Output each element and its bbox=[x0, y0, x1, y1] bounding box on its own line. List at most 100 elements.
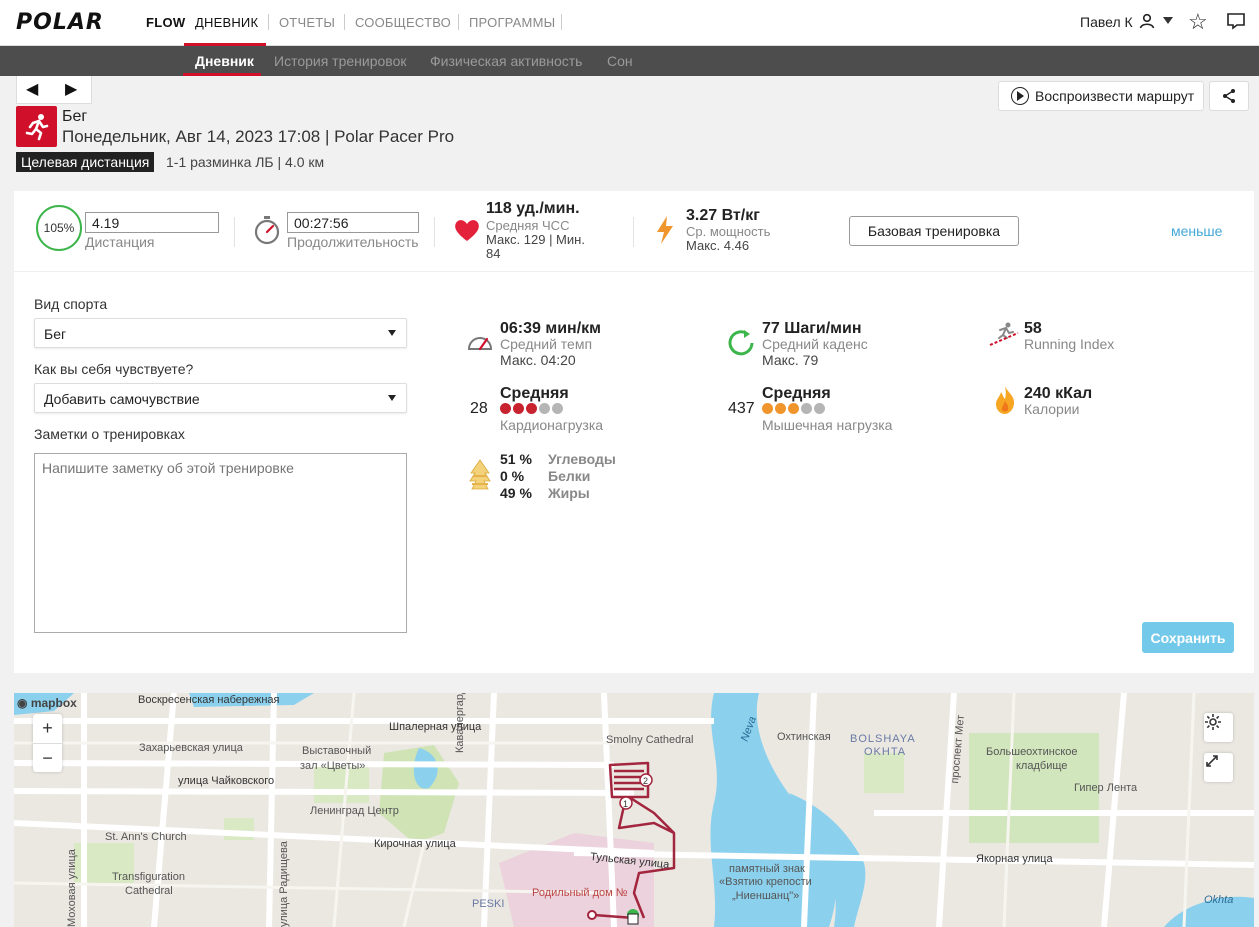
cardio-load-level: Средняя bbox=[500, 385, 569, 402]
sport-title: Бег bbox=[62, 108, 88, 125]
map-label: OKHTA bbox=[864, 746, 907, 758]
route-map[interactable]: 1 2 ◉ mapbox Воскресенская набережная Шп… bbox=[14, 693, 1254, 927]
subnav-activity[interactable]: Физическая активность bbox=[430, 53, 582, 69]
running-sport-icon bbox=[16, 106, 57, 147]
base-training-button[interactable]: Базовая тренировка bbox=[849, 216, 1019, 246]
map-settings-button[interactable] bbox=[1204, 713, 1233, 742]
map-label: Ленинград Центр bbox=[310, 805, 399, 817]
running-index-label: Running Index bbox=[1024, 336, 1115, 352]
flow-label: FLOW bbox=[146, 15, 186, 30]
subnav-history[interactable]: История тренировок bbox=[274, 53, 406, 69]
load-dot-filled bbox=[788, 403, 799, 414]
next-session-button[interactable]: ▶ bbox=[65, 79, 77, 99]
nav-divider bbox=[268, 14, 269, 30]
fat-percent: 49 % bbox=[500, 485, 532, 501]
distance-label: Дистанция bbox=[85, 234, 155, 250]
map-label: Кирочная улица bbox=[374, 838, 456, 850]
feeling-value: Добавить самочувствие bbox=[44, 391, 200, 407]
message-icon[interactable] bbox=[1226, 12, 1246, 30]
cadence-label: Средний каденс bbox=[762, 336, 868, 352]
distance-field[interactable]: 4.19 bbox=[85, 212, 219, 233]
less-link[interactable]: меньше bbox=[1171, 223, 1222, 239]
heart-icon bbox=[455, 220, 479, 241]
zoom-out-button[interactable]: − bbox=[33, 743, 62, 772]
save-button[interactable]: Сохранить bbox=[1142, 622, 1234, 653]
sport-type-select[interactable]: Бег bbox=[34, 318, 407, 348]
load-dot-empty bbox=[552, 403, 563, 414]
nav-programs[interactable]: ПРОГРАММЫ bbox=[469, 15, 555, 30]
route-marker-2: 2 bbox=[643, 776, 648, 786]
top-navigation: POLAR FLOW ДНЕВНИК ОТЧЕТЫ СООБЩЕСТВО ПРО… bbox=[0, 0, 1259, 46]
user-icon[interactable] bbox=[1139, 13, 1155, 29]
map-label: Родильный дом № bbox=[532, 887, 628, 899]
session-pager: ◀ ▶ bbox=[16, 76, 92, 104]
summary-divider bbox=[633, 217, 634, 247]
stopwatch-icon bbox=[254, 216, 280, 245]
heart-rate-min: 84 bbox=[486, 246, 501, 261]
map-label: Smolny Cathedral bbox=[606, 734, 694, 746]
map-label: кладбище bbox=[1016, 760, 1068, 772]
summary-divider bbox=[434, 217, 435, 247]
map-label: Воскресенская набережная bbox=[138, 694, 280, 706]
load-dot-empty bbox=[539, 403, 550, 414]
speedometer-icon bbox=[467, 337, 493, 351]
summary-divider-line bbox=[14, 271, 1254, 272]
running-index-icon bbox=[989, 322, 1019, 346]
energy-sources-icon bbox=[469, 459, 491, 490]
share-button[interactable] bbox=[1209, 81, 1249, 111]
map-fullscreen-button[interactable] bbox=[1204, 753, 1233, 782]
subnav-active-indicator bbox=[183, 73, 261, 76]
prev-session-button[interactable]: ◀ bbox=[26, 79, 38, 99]
duration-field[interactable]: 00:27:56 bbox=[287, 212, 419, 233]
zoom-in-button[interactable]: + bbox=[33, 714, 62, 743]
sport-type-label: Вид спорта bbox=[34, 296, 108, 312]
map-label: Шпалерная улица bbox=[389, 721, 482, 733]
nav-community[interactable]: СООБЩЕСТВО bbox=[355, 15, 451, 30]
map-label: «Взятию крепости bbox=[719, 876, 812, 888]
sub-navigation: Дневник История тренировок Физическая ак… bbox=[0, 46, 1259, 76]
dropdown-arrow-icon bbox=[388, 330, 396, 336]
map-label: St. Ann's Church bbox=[105, 831, 187, 843]
subnav-diary[interactable]: Дневник bbox=[195, 53, 254, 69]
muscle-load-label: Мышечная нагрузка bbox=[762, 417, 893, 433]
map-label: Гипер Лента bbox=[1074, 782, 1138, 794]
power-label: Ср. мощность bbox=[686, 224, 771, 239]
map-label: улица Радищева bbox=[278, 841, 290, 927]
muscle-load-level: Средняя bbox=[762, 385, 831, 402]
load-dot-filled bbox=[513, 403, 524, 414]
user-name[interactable]: Павел К bbox=[1080, 14, 1133, 30]
dropdown-arrow-icon bbox=[388, 395, 396, 401]
cardio-load-dots bbox=[500, 403, 563, 414]
lightning-icon bbox=[657, 216, 673, 244]
replay-route-button[interactable]: Воспроизвести маршрут bbox=[998, 81, 1204, 111]
sport-type-value: Бег bbox=[44, 326, 67, 342]
mapbox-logo: ◉ mapbox bbox=[17, 696, 77, 710]
load-dot-filled bbox=[762, 403, 773, 414]
map-label: Выставочный bbox=[302, 745, 372, 757]
heart-rate-value: 118 уд./мин. bbox=[486, 200, 580, 217]
replay-route-label: Воспроизвести маршрут bbox=[1035, 88, 1195, 104]
session-card: 105% 4.19 Дистанция 00:27:56 Продолжител… bbox=[14, 191, 1254, 673]
feeling-select[interactable]: Добавить самочувствие bbox=[34, 383, 407, 413]
play-icon bbox=[1011, 87, 1029, 105]
polar-logo[interactable]: POLAR bbox=[16, 10, 104, 35]
map-label: Cathedral bbox=[125, 885, 173, 897]
notes-label: Заметки о тренировках bbox=[34, 426, 185, 442]
notes-textarea[interactable] bbox=[34, 453, 407, 633]
map-label: Якорная улица bbox=[976, 853, 1053, 865]
nav-divider bbox=[344, 14, 345, 30]
map-label: Transfiguration bbox=[112, 871, 185, 883]
cardio-load-number: 28 bbox=[470, 400, 488, 417]
caret-down-icon[interactable] bbox=[1163, 17, 1173, 24]
gear-icon bbox=[1205, 714, 1221, 730]
nav-diary[interactable]: ДНЕВНИК bbox=[195, 15, 258, 30]
map-label: улица Чайковского bbox=[178, 775, 275, 787]
protein-percent: 0 % bbox=[500, 468, 525, 484]
load-dot-filled bbox=[775, 403, 786, 414]
share-icon bbox=[1223, 89, 1235, 103]
protein-label: Белки bbox=[548, 468, 591, 484]
subnav-sleep[interactable]: Сон bbox=[607, 53, 633, 69]
nav-reports[interactable]: ОТЧЕТЫ bbox=[279, 15, 335, 30]
star-icon[interactable]: ☆ bbox=[1188, 9, 1208, 35]
target-percent-ring: 105% bbox=[36, 205, 82, 251]
